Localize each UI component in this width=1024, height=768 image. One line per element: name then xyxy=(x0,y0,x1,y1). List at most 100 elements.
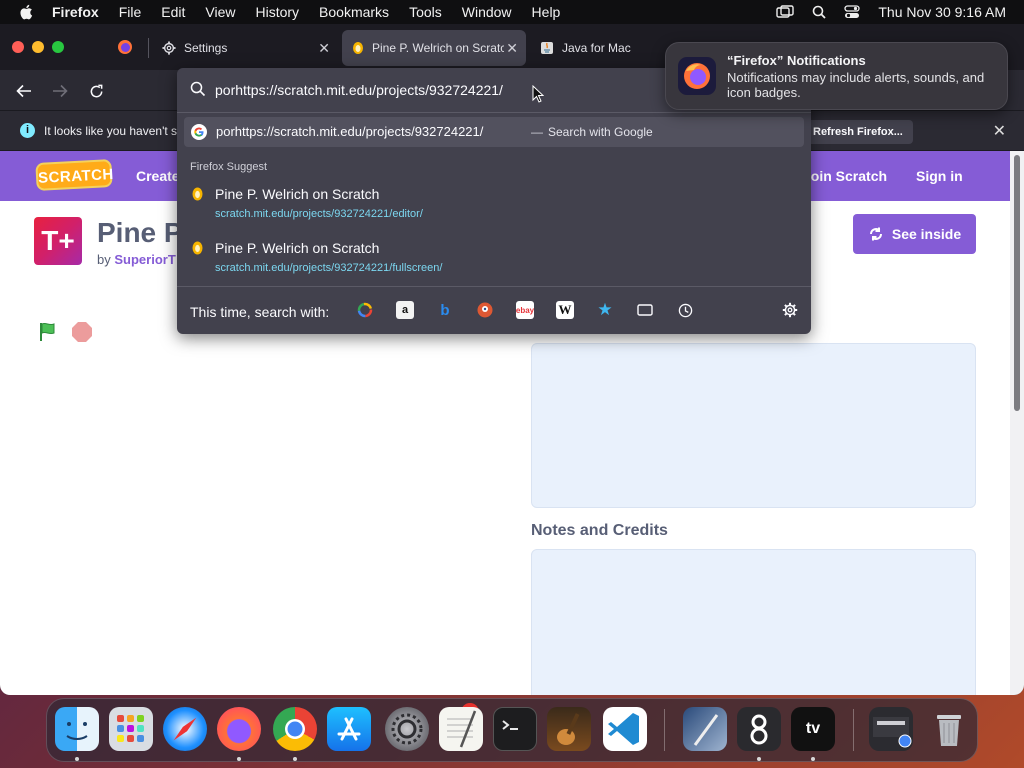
screen-mirroring-icon[interactable] xyxy=(776,5,795,19)
menu-history[interactable]: History xyxy=(255,4,299,20)
dock-screen-sharing-icon[interactable] xyxy=(737,707,781,751)
menu-tools[interactable]: Tools xyxy=(409,4,442,20)
firefox-notification-banner[interactable]: “Firefox” Notifications Notifications ma… xyxy=(665,42,1008,110)
see-inside-button[interactable]: See inside xyxy=(853,214,976,254)
url-divider xyxy=(177,112,811,113)
dock-app-store-icon[interactable] xyxy=(327,707,371,751)
tabs-icon[interactable] xyxy=(636,301,654,319)
tab-scratch-project[interactable]: Pine P. Welrich on Scratch ✕ xyxy=(342,30,526,66)
engine-google-icon[interactable] xyxy=(356,301,374,319)
close-tab-icon[interactable]: ✕ xyxy=(506,40,518,57)
firefox-view-icon[interactable] xyxy=(117,39,133,55)
firefox-app-icon xyxy=(678,57,716,95)
nav-sign-in-link[interactable]: Sign in xyxy=(916,168,963,184)
menu-view[interactable]: View xyxy=(205,4,235,20)
reload-icon xyxy=(90,84,102,97)
back-button[interactable] xyxy=(13,80,35,102)
engines-divider xyxy=(177,286,811,287)
dock-terminal-icon[interactable] xyxy=(493,707,537,751)
apple-icon[interactable] xyxy=(18,3,36,21)
engine-wikipedia-icon[interactable]: W xyxy=(556,301,574,319)
dock-downloads-stack-icon[interactable] xyxy=(869,707,913,751)
forward-arrow-icon xyxy=(53,84,68,98)
author-link[interactable]: SuperiorT xyxy=(114,252,175,267)
engine-ebay-icon[interactable]: ebay xyxy=(516,301,534,319)
menu-file[interactable]: File xyxy=(119,4,142,20)
by-label: by xyxy=(97,252,111,267)
instructions-panel[interactable] xyxy=(531,343,976,508)
firefox-suggest-heading: Firefox Suggest xyxy=(190,161,268,173)
menu-edit[interactable]: Edit xyxy=(161,4,185,20)
menubar-clock[interactable]: Thu Nov 30 9:16 AM xyxy=(878,4,1006,20)
spotlight-search-icon[interactable] xyxy=(812,5,826,19)
dock-firefox-icon[interactable] xyxy=(217,707,261,751)
nav-create-link[interactable]: Create xyxy=(136,168,180,184)
dock-separator xyxy=(853,709,854,751)
menu-bookmarks[interactable]: Bookmarks xyxy=(319,4,389,20)
dock-safari-icon[interactable] xyxy=(163,707,207,751)
dock-separator xyxy=(664,709,665,751)
tab-java-for-mac[interactable]: Java for Mac xyxy=(530,30,660,66)
google-search-suggestion[interactable]: porhttps://scratch.mit.edu/projects/9327… xyxy=(184,117,804,147)
close-tab-icon[interactable]: ✕ xyxy=(318,40,330,57)
control-center-icon[interactable] xyxy=(844,5,861,19)
menu-app-name[interactable]: Firefox xyxy=(52,4,99,20)
dock-finder-icon[interactable] xyxy=(55,707,99,751)
tab-settings[interactable]: Settings ✕ xyxy=(152,30,338,66)
scratch-cat-icon xyxy=(353,42,363,54)
project-title: Pine P xyxy=(97,217,183,248)
dock-vscode-icon[interactable] xyxy=(603,707,647,751)
nav-join-scratch-link[interactable]: Join Scratch xyxy=(803,168,887,184)
suggestion-editor[interactable]: Pine P. Welrich on Scratch scratch.mit.e… xyxy=(177,182,811,228)
dock-instruments-icon[interactable] xyxy=(683,707,727,751)
google-suggestion-text: porhttps://scratch.mit.edu/projects/9327… xyxy=(216,124,484,139)
reload-button[interactable] xyxy=(85,80,107,102)
scratch-logo[interactable]: SCRATCH xyxy=(35,159,114,191)
page-scrollbar[interactable] xyxy=(1010,151,1024,695)
close-infobar-icon[interactable]: ✕ xyxy=(993,121,1006,141)
project-byline: by SuperiorT xyxy=(97,252,176,267)
suggestion-fullscreen[interactable]: Pine P. Welrich on Scratch scratch.mit.e… xyxy=(177,236,811,282)
notes-panel[interactable] xyxy=(531,549,976,695)
dock-chrome-icon[interactable] xyxy=(273,707,317,751)
dock-launchpad-icon[interactable] xyxy=(109,707,153,751)
notification-title: “Firefox” Notifications xyxy=(727,53,866,68)
dock-garageband-icon[interactable] xyxy=(547,707,591,751)
dock-running-indicator xyxy=(237,757,241,761)
mouse-cursor-icon xyxy=(532,85,544,103)
project-author-avatar[interactable]: T+ xyxy=(34,217,82,265)
dock-running-indicator xyxy=(757,757,761,761)
menu-window[interactable]: Window xyxy=(462,4,512,20)
history-clock-icon[interactable] xyxy=(676,301,694,319)
notes-and-credits-heading: Notes and Credits xyxy=(531,522,668,539)
menu-help[interactable]: Help xyxy=(532,4,561,20)
dock: 1 tv xyxy=(46,698,978,762)
engine-amazon-icon[interactable]: a xyxy=(396,301,414,319)
bookmarks-star-icon[interactable]: ★ xyxy=(596,300,614,319)
scrollbar-thumb[interactable] xyxy=(1014,155,1020,411)
see-inside-label: See inside xyxy=(891,226,962,242)
green-flag-icon[interactable] xyxy=(38,321,60,343)
menu-bar: Firefox File Edit View History Bookmarks… xyxy=(0,0,1024,24)
engine-duckduckgo-icon[interactable] xyxy=(476,301,494,319)
forward-button[interactable] xyxy=(49,80,71,102)
stop-icon[interactable] xyxy=(72,322,92,342)
close-window-button[interactable] xyxy=(12,41,24,53)
search-with-label: This time, search with: xyxy=(190,304,330,320)
dock-trash-icon[interactable] xyxy=(927,707,971,751)
minimize-window-button[interactable] xyxy=(32,41,44,53)
info-icon: i xyxy=(20,123,35,138)
suggestion-title: Pine P. Welrich on Scratch xyxy=(215,186,380,202)
tab-label: Pine P. Welrich on Scratch xyxy=(372,41,504,55)
java-icon xyxy=(541,42,553,54)
dock-apple-tv-icon[interactable]: tv xyxy=(791,707,835,751)
engine-bing-icon[interactable]: b xyxy=(436,301,454,319)
search-settings-gear-icon[interactable] xyxy=(781,301,799,319)
search-icon xyxy=(190,81,206,97)
refresh-firefox-button[interactable]: Refresh Firefox... xyxy=(803,120,913,144)
dock-running-indicator xyxy=(75,757,79,761)
dock-textedit-icon[interactable] xyxy=(439,707,483,751)
zoom-window-button[interactable] xyxy=(52,41,64,53)
suggestion-url: scratch.mit.edu/projects/932724221/edito… xyxy=(215,208,423,220)
dock-system-settings-icon[interactable] xyxy=(385,707,429,751)
